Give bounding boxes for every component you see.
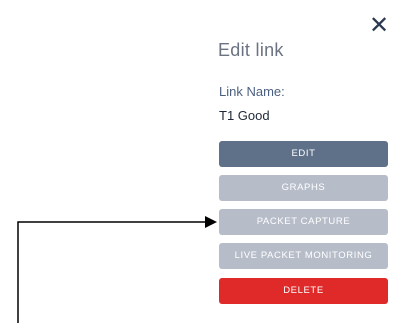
edit-button[interactable]: EDIT bbox=[219, 141, 388, 167]
link-name-value: T1 Good bbox=[219, 108, 270, 123]
graphs-button[interactable]: GRAPHS bbox=[219, 175, 388, 201]
close-icon[interactable]: ✕ bbox=[369, 14, 389, 38]
packet-capture-button[interactable]: PACKET CAPTURE bbox=[219, 209, 388, 235]
delete-button[interactable]: DELETE bbox=[219, 278, 388, 304]
edit-link-panel: ✕ Edit link Link Name: T1 Good EDIT GRAP… bbox=[0, 0, 393, 323]
panel-title: Edit link bbox=[218, 40, 284, 60]
link-name-label: Link Name: bbox=[219, 84, 285, 99]
live-packet-monitoring-button[interactable]: LIVE PACKET MONITORING bbox=[219, 243, 388, 269]
